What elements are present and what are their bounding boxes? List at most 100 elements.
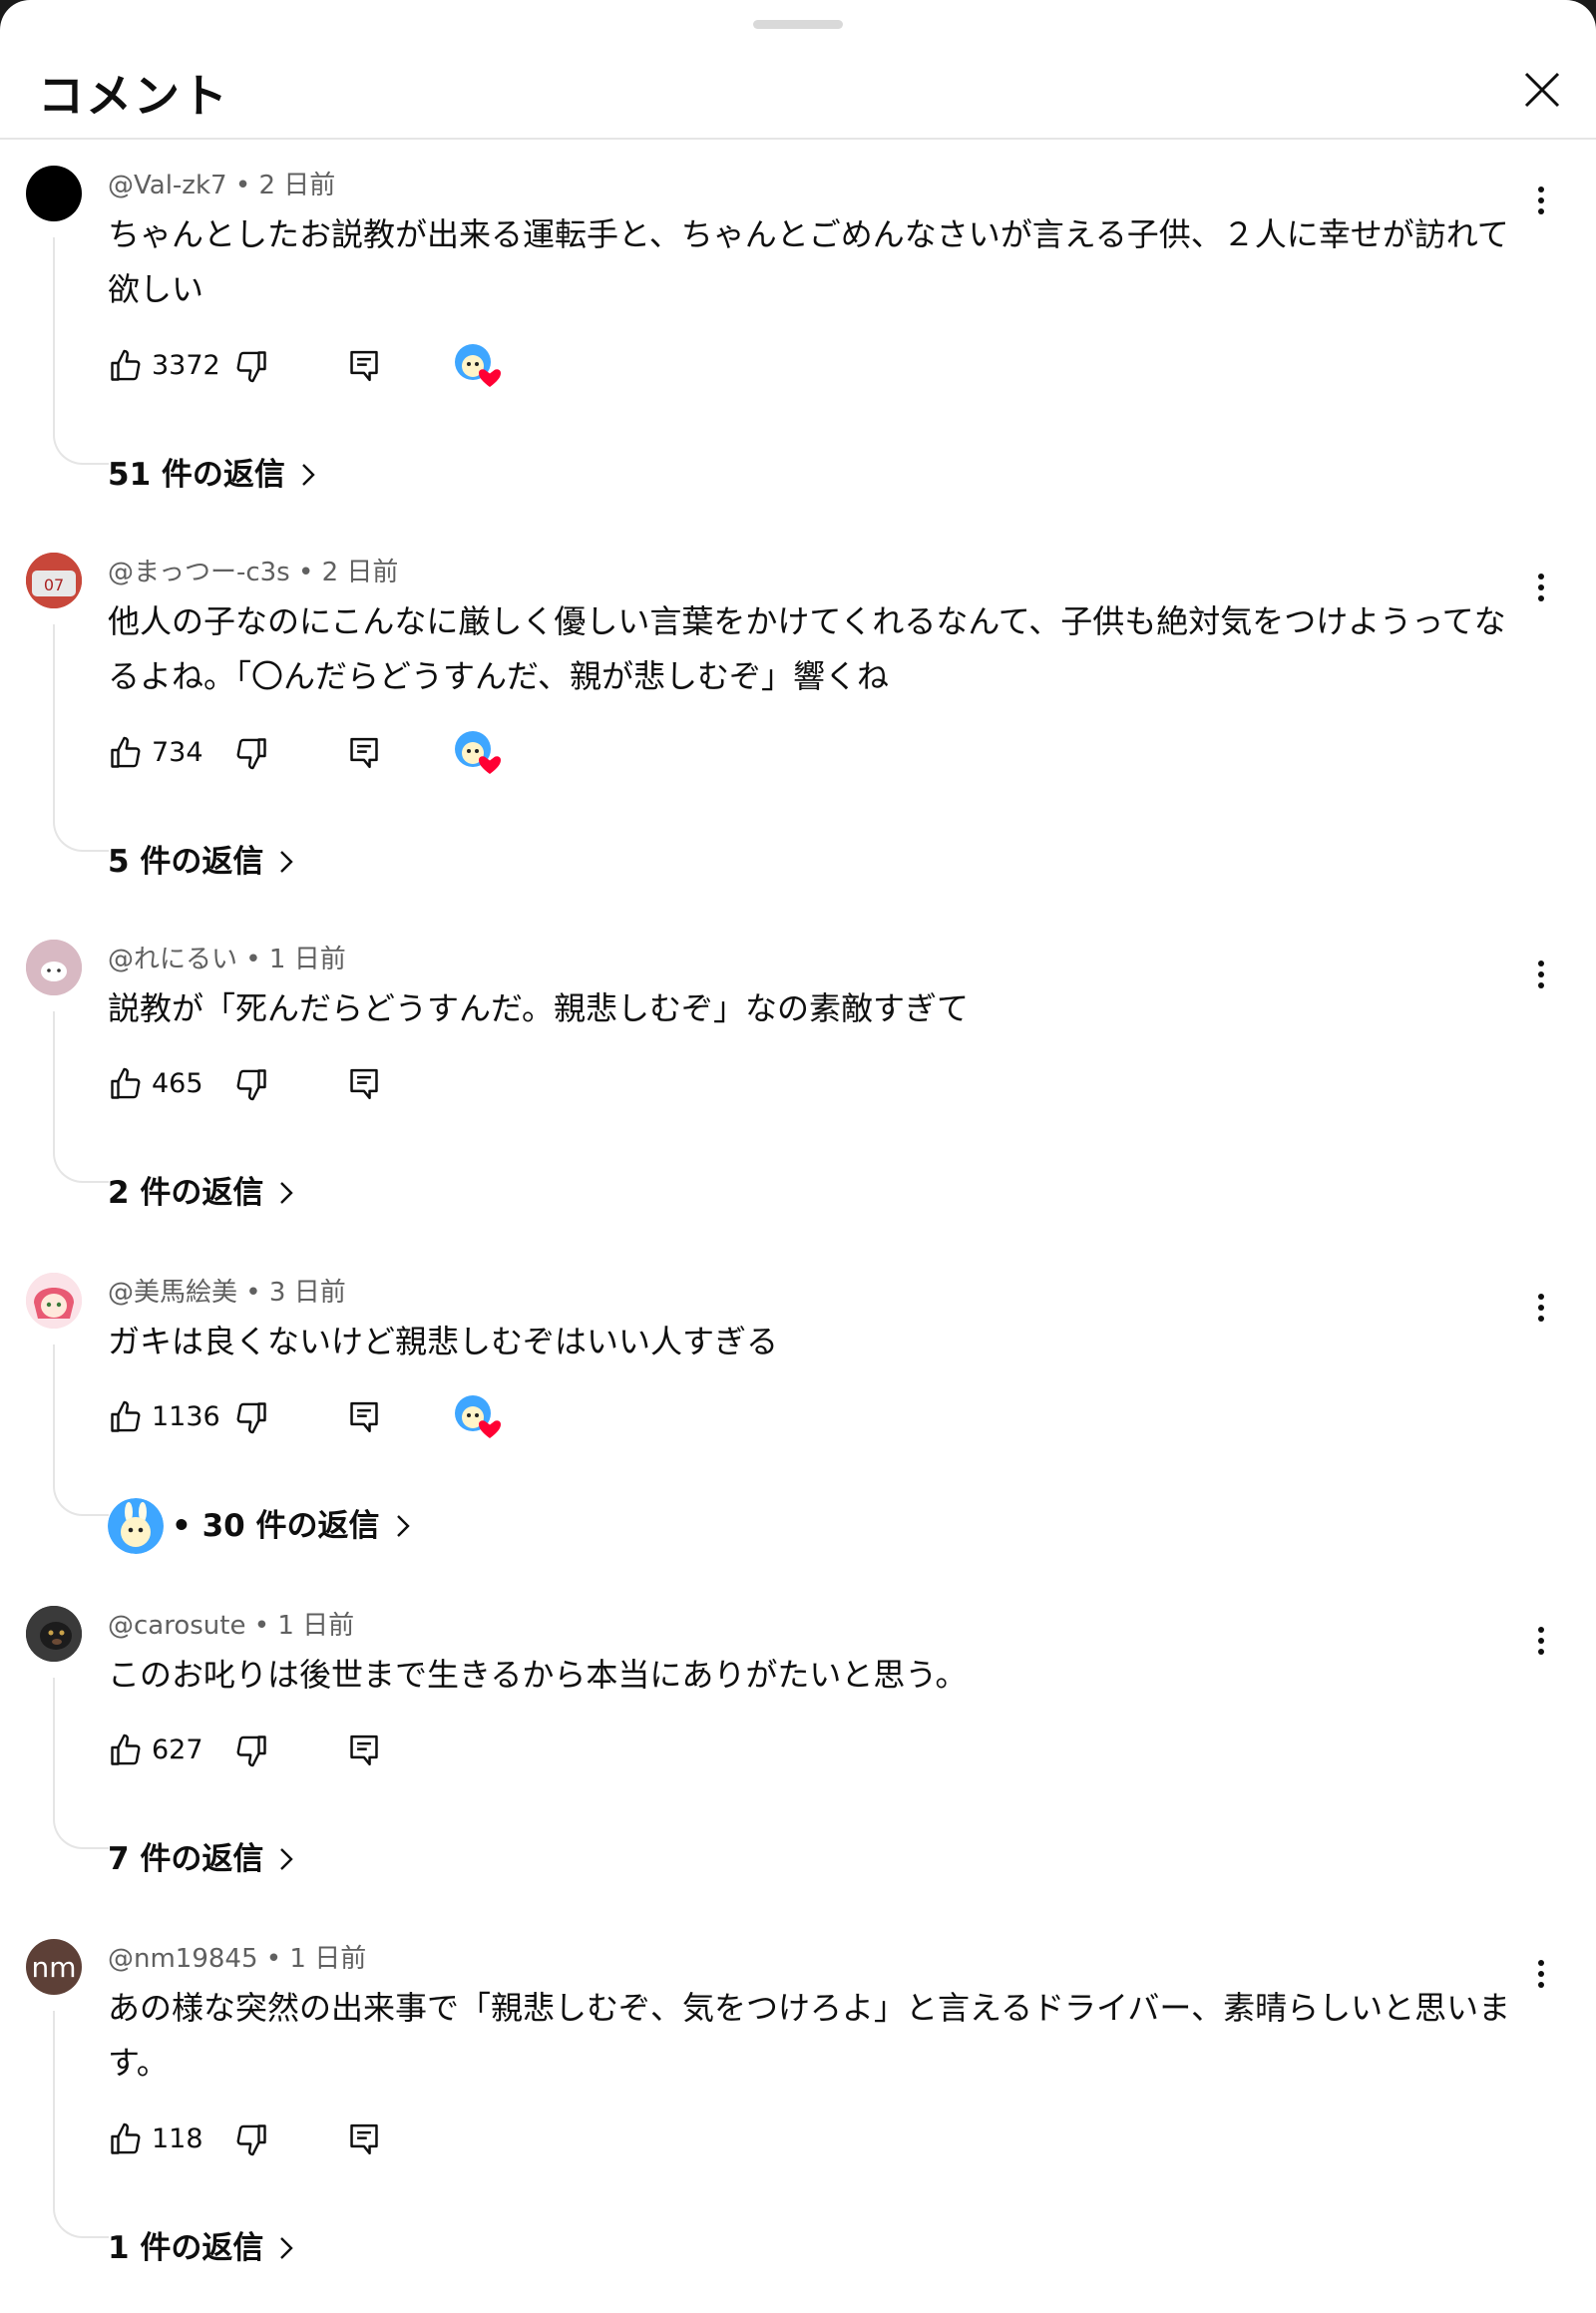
comment-meta: @Val-zk7 • 2 日前	[108, 171, 336, 200]
svg-text:07: 07	[44, 576, 64, 594]
like-button[interactable]	[108, 1059, 144, 1109]
dislike-button[interactable]	[233, 1726, 269, 1775]
like-button[interactable]	[108, 341, 144, 391]
reply-icon	[350, 350, 378, 382]
like-button[interactable]	[108, 1392, 144, 1442]
comment-author[interactable]: @れにるい	[108, 945, 237, 974]
chevron-right-icon	[280, 851, 294, 873]
avatar-image	[26, 940, 82, 995]
thread-line	[53, 1678, 109, 1849]
avatar[interactable]	[26, 940, 82, 995]
more-vert-icon	[1538, 1294, 1544, 1300]
comment-actions: 118	[108, 2115, 527, 2164]
like-count: 118	[152, 2123, 203, 2154]
chevron-right-icon	[280, 1848, 294, 1870]
like-button[interactable]	[108, 2115, 144, 2164]
dislike-button[interactable]	[233, 728, 269, 778]
comment-text: 他人の子なのにこんなに厳しく優しい言葉をかけてくれるなんて、子供も絶対気をつけよ…	[108, 602, 1506, 695]
avatar-image: 07	[26, 553, 82, 608]
replies-count: 5 件の返信	[108, 844, 264, 880]
more-button[interactable]	[1526, 1283, 1556, 1333]
dislike-button[interactable]	[233, 2115, 269, 2164]
sheet-title: コメント	[38, 69, 229, 123]
replies-count: 2 件の返信	[108, 1175, 264, 1211]
avatar[interactable]: nm	[26, 1939, 82, 1995]
reply-button[interactable]	[347, 2115, 381, 2164]
comment-item: @れにるい • 1 日前 説教が「死んだらどうすんだ。親悲しむぞ」なの素敵すぎて…	[0, 940, 1596, 1224]
more-button[interactable]	[1526, 1949, 1556, 1999]
creator-avatar	[108, 1498, 164, 1554]
like-count: 465	[152, 1068, 203, 1099]
replies-count: 1 件の返信	[108, 2230, 264, 2266]
reply-icon	[350, 1068, 378, 1100]
comment-text: あの様な突然の出来事で「親悲しむぞ、気をつけろよ」と言えるドライバー、素晴らしい…	[108, 1989, 1511, 2082]
comment-text: ガキは良くないけど親悲しむぞはいい人すぎる	[108, 1323, 779, 1360]
replies-count: • 30 件の返信	[172, 1508, 380, 1544]
like-count: 1136	[152, 1401, 220, 1432]
comment-item: nm @nm19845 • 1 日前 あの様な突然の出来事で「親悲しむぞ、気をつ…	[0, 1939, 1596, 2278]
more-button[interactable]	[1526, 176, 1556, 225]
like-button[interactable]	[108, 728, 144, 778]
thumb-up-icon	[111, 1734, 141, 1765]
avatar-image	[26, 1273, 82, 1329]
view-replies-button[interactable]: 2 件の返信	[108, 1168, 294, 1218]
avatar[interactable]	[26, 1606, 82, 1662]
avatar[interactable]	[26, 166, 82, 221]
comment-text: このお叱りは後世まで生きるから本当にありがたいと思う。	[108, 1656, 968, 1694]
drag-handle[interactable]	[753, 20, 843, 29]
comment-actions: 627	[108, 1726, 527, 1775]
reply-button[interactable]	[347, 1726, 381, 1775]
avatar-initials: nm	[31, 1950, 77, 1984]
thumb-down-icon	[236, 351, 266, 383]
chevron-right-icon	[280, 2237, 294, 2259]
reply-button[interactable]	[347, 728, 381, 778]
reply-icon	[350, 737, 378, 769]
chevron-right-icon	[280, 1182, 294, 1204]
reply-button[interactable]	[347, 1392, 381, 1442]
view-replies-button[interactable]: 5 件の返信	[108, 837, 294, 887]
reply-button[interactable]	[347, 341, 381, 391]
more-button[interactable]	[1526, 563, 1556, 612]
close-button[interactable]	[1514, 62, 1570, 118]
comment-text: 説教が「死んだらどうすんだ。親悲しむぞ」なの素敵すぎて	[108, 989, 970, 1027]
dislike-button[interactable]	[233, 341, 269, 391]
like-button[interactable]	[108, 1726, 144, 1775]
like-count: 627	[152, 1735, 203, 1765]
comment-author[interactable]: @nm19845	[108, 1944, 258, 1974]
comment-item: @美馬絵美 • 3 日前 ガキは良くないけど親悲しむぞはいい人すぎる 1136	[0, 1273, 1596, 1562]
chevron-right-icon	[302, 464, 315, 486]
comment-author[interactable]: @carosute	[108, 1611, 245, 1641]
more-button[interactable]	[1526, 950, 1556, 999]
thumb-up-icon	[111, 1067, 141, 1099]
reply-button[interactable]	[347, 1059, 381, 1109]
replies-count: 7 件の返信	[108, 1841, 264, 1877]
view-replies-button[interactable]: 51 件の返信	[108, 450, 315, 500]
view-replies-button[interactable]: 1 件の返信	[108, 2223, 294, 2273]
comment-meta: @carosute • 1 日前	[108, 1611, 355, 1641]
thread-line	[53, 1011, 109, 1183]
creator-heart	[453, 341, 503, 391]
thumb-up-icon	[111, 736, 141, 768]
reply-icon	[350, 2123, 378, 2155]
comment-author[interactable]: @Val-zk7	[108, 171, 227, 200]
thumb-up-icon	[111, 1400, 141, 1432]
sheet-header: コメント	[0, 40, 1596, 140]
view-replies-button[interactable]: • 30 件の返信	[108, 1498, 410, 1554]
more-vert-icon	[1538, 961, 1544, 966]
avatar[interactable]	[26, 1273, 82, 1329]
replies-count: 51 件の返信	[108, 457, 285, 493]
comment-item: 07 @まっつー-c3s • 2 日前 他人の子なのにこんなに厳しく優しい言葉を…	[0, 553, 1596, 892]
view-replies-button[interactable]: 7 件の返信	[108, 1834, 294, 1884]
comment-author[interactable]: @まっつー-c3s	[108, 558, 290, 587]
reply-icon	[350, 1401, 378, 1433]
dislike-button[interactable]	[233, 1059, 269, 1109]
creator-heart-icon	[455, 1395, 501, 1438]
avatar[interactable]: 07	[26, 553, 82, 608]
thread-line	[53, 1345, 109, 1516]
dislike-button[interactable]	[233, 1392, 269, 1442]
more-vert-icon	[1538, 574, 1544, 579]
comment-meta: @まっつー-c3s • 2 日前	[108, 558, 399, 587]
more-button[interactable]	[1526, 1616, 1556, 1666]
thread-line	[53, 237, 109, 465]
comment-author[interactable]: @美馬絵美	[108, 1278, 237, 1308]
